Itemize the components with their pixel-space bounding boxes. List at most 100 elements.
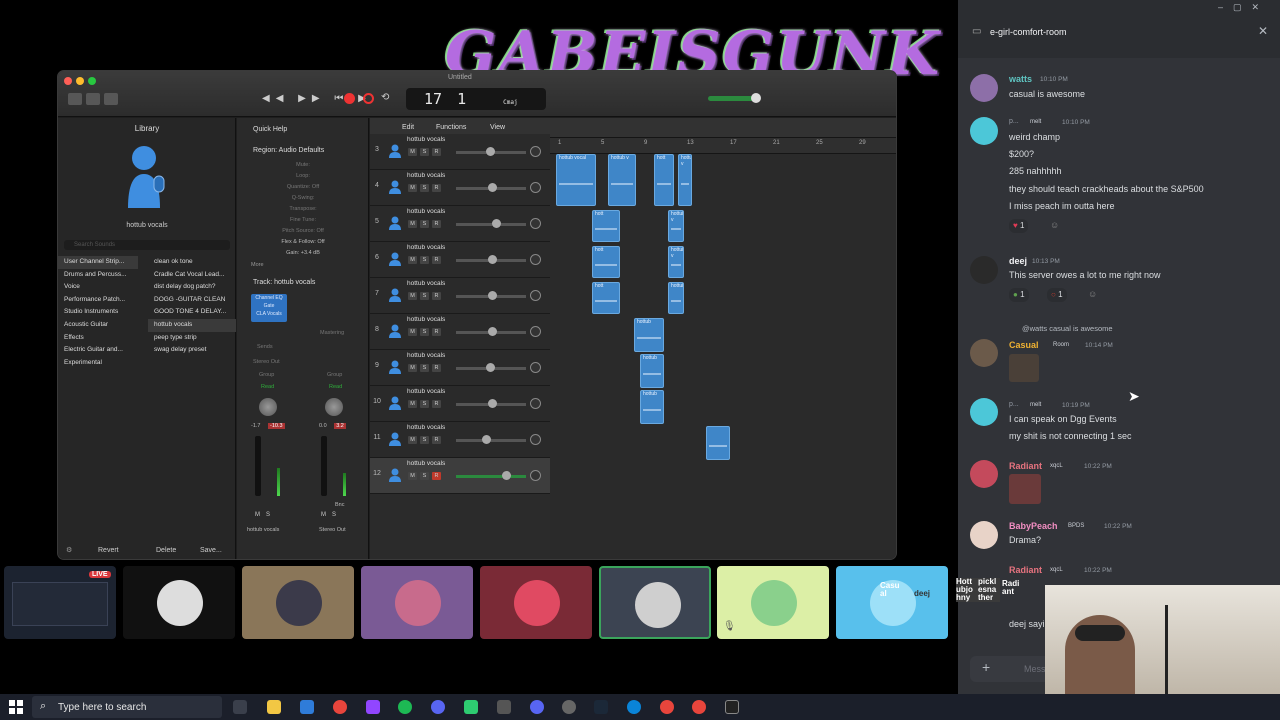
file-explorer-icon[interactable] <box>267 700 281 714</box>
track-pan-knob[interactable] <box>530 362 541 373</box>
audio-region[interactable] <box>706 426 730 460</box>
transport-controls[interactable]: ◀◀ ▶▶ ⏮ ▶ <box>262 93 372 104</box>
track-name[interactable]: hottub vocals <box>407 460 445 467</box>
reaction-ring[interactable]: ○ 1 <box>1047 288 1067 302</box>
avatar[interactable] <box>970 74 998 102</box>
participant-tile[interactable] <box>361 566 473 639</box>
window-controls[interactable]: –▢✕ <box>1218 2 1269 13</box>
volume-fader[interactable] <box>255 436 261 496</box>
solo-button[interactable]: S <box>420 400 429 408</box>
track-header[interactable]: 11 hottub vocals M S R <box>370 422 550 458</box>
group-label[interactable]: Group <box>327 372 367 378</box>
track-header[interactable]: Track: hottub vocals <box>253 279 315 286</box>
track-name[interactable]: hottub vocals <box>407 316 445 323</box>
chrome-icon[interactable] <box>660 700 674 714</box>
plugin-slot[interactable]: Channel EQ <box>251 294 287 302</box>
view-menu[interactable]: View <box>490 124 505 131</box>
track-header[interactable]: 9 hottub vocals M S R <box>370 350 550 386</box>
mute-button[interactable]: M <box>408 472 417 480</box>
audio-region[interactable]: hottub v <box>678 154 692 206</box>
output-label[interactable]: Stereo Out <box>253 359 293 365</box>
audio-region[interactable]: hottub vocal <box>556 154 596 206</box>
epic-games-icon[interactable] <box>725 700 739 714</box>
audio-region[interactable]: hottub v <box>668 246 684 278</box>
mute-solo-buttons[interactable]: MS <box>255 512 276 518</box>
username[interactable]: Radiant <box>1009 461 1042 471</box>
mute-button[interactable]: M <box>408 364 417 372</box>
record-arm-button[interactable]: R <box>432 220 441 228</box>
participant-tile-speaking[interactable] <box>599 566 711 639</box>
quick-help-label[interactable]: Quick Help <box>253 126 287 133</box>
record-arm-button[interactable]: R <box>432 328 441 336</box>
twitch-icon[interactable] <box>366 700 380 714</box>
track-volume-knob[interactable] <box>486 363 495 372</box>
help-toggle-icon[interactable] <box>104 93 118 105</box>
track-volume-knob[interactable] <box>488 327 497 336</box>
more-disclosure[interactable]: More <box>251 262 371 268</box>
mute-button[interactable]: M <box>408 400 417 408</box>
edit-menu[interactable]: Edit <box>402 124 414 131</box>
solo-button[interactable]: S <box>420 148 429 156</box>
obs-icon[interactable] <box>562 700 576 714</box>
audio-region[interactable]: hott <box>592 210 620 242</box>
taskbar-search-input[interactable]: ⌕ Type here to search <box>32 696 222 718</box>
track-volume-slider[interactable] <box>456 475 526 478</box>
track-volume-knob[interactable] <box>488 183 497 192</box>
channel-name[interactable]: e-girl-comfort-room <box>990 27 1067 37</box>
library-patch[interactable]: swag delay preset <box>148 344 236 357</box>
track-pan-knob[interactable] <box>530 326 541 337</box>
automation-read-label[interactable]: Read <box>329 384 369 390</box>
mute-solo-buttons[interactable]: MS <box>321 512 342 518</box>
add-reaction-icon[interactable]: ☺ <box>1050 220 1059 230</box>
library-category[interactable]: Studio Instruments <box>58 306 138 319</box>
bounce-button[interactable]: Bnc <box>335 502 344 508</box>
solo-button[interactable]: S <box>420 436 429 444</box>
track-header[interactable]: 6 hottub vocals M S R <box>370 242 550 278</box>
record-arm-button[interactable]: R <box>432 436 441 444</box>
track-volume-knob[interactable] <box>488 399 497 408</box>
mute-button[interactable]: M <box>408 184 417 192</box>
master-volume-knob[interactable] <box>751 93 761 103</box>
record-arm-button[interactable]: R <box>432 256 441 264</box>
outlook-icon[interactable] <box>300 700 314 714</box>
library-patch[interactable]: DOGG -GUITAR CLEAN <box>148 294 236 307</box>
track-pan-knob[interactable] <box>530 434 541 445</box>
track-name[interactable]: hottub vocals <box>407 388 445 395</box>
edge-icon[interactable] <box>627 700 641 714</box>
track-pan-knob[interactable] <box>530 254 541 265</box>
attached-image[interactable] <box>1009 474 1041 504</box>
avatar[interactable] <box>970 398 998 426</box>
windows-start-icon[interactable] <box>9 700 23 714</box>
username[interactable]: watts <box>1009 74 1032 84</box>
library-patch-selected[interactable]: hottub vocals <box>148 318 236 332</box>
automation-read-label[interactable]: Read <box>261 384 301 390</box>
track-name[interactable]: hottub vocals <box>407 424 445 431</box>
pan-knob[interactable] <box>259 398 277 416</box>
track-volume-slider[interactable] <box>456 439 526 442</box>
close-icon[interactable]: ✕ <box>1258 24 1268 38</box>
volume-fader[interactable] <box>321 436 327 496</box>
mute-button[interactable]: M <box>408 436 417 444</box>
audio-region[interactable]: hottub v <box>668 210 684 242</box>
track-volume-knob[interactable] <box>488 255 497 264</box>
username[interactable]: p... <box>1009 118 1019 125</box>
reaction-heart[interactable]: ♥ 1 <box>1009 219 1029 233</box>
username[interactable]: deej <box>1009 256 1027 266</box>
library-search-input[interactable]: Search Sounds <box>64 240 230 250</box>
functions-menu[interactable]: Functions <box>436 124 466 131</box>
plugin-slot[interactable]: Gate <box>251 302 287 310</box>
audio-region[interactable]: hott <box>592 246 620 278</box>
timeline-ruler[interactable]: 1 5 9 13 17 21 25 29 <box>550 138 896 154</box>
track-pan-knob[interactable] <box>530 398 541 409</box>
solo-button[interactable]: S <box>420 364 429 372</box>
track-header[interactable]: 5 hottub vocals M S R <box>370 206 550 242</box>
solo-button[interactable]: S <box>420 256 429 264</box>
task-view-icon[interactable] <box>233 700 247 714</box>
zoom-window-button[interactable] <box>88 77 96 85</box>
mute-button[interactable]: M <box>408 328 417 336</box>
audio-region[interactable]: hott <box>592 282 620 314</box>
track-volume-knob[interactable] <box>488 291 497 300</box>
track-header[interactable]: 7 hottub vocals M S R <box>370 278 550 314</box>
discord-icon[interactable] <box>431 700 445 714</box>
delete-button[interactable]: Delete <box>156 547 176 554</box>
